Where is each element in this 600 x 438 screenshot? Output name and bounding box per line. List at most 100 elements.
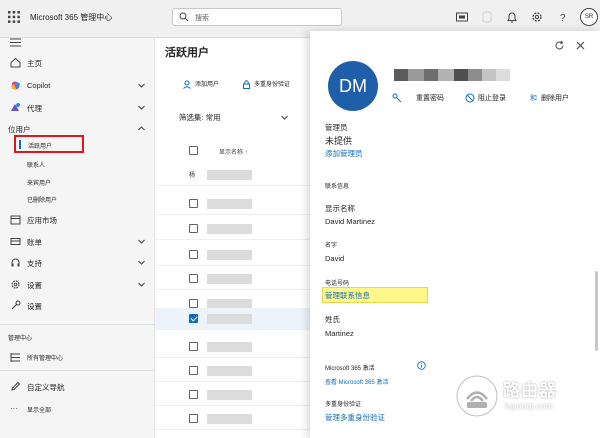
home-icon bbox=[10, 57, 21, 68]
manage-contact-info-link[interactable]: 管理联系信息 bbox=[325, 290, 370, 301]
table-row[interactable] bbox=[155, 336, 310, 358]
column-header-display-name[interactable]: 显示名称 ↑ bbox=[219, 147, 248, 156]
search-box[interactable]: 搜索 bbox=[172, 8, 342, 26]
nav-marketplace[interactable]: 应用市场 bbox=[0, 211, 155, 229]
chevron-down-icon[interactable] bbox=[137, 103, 146, 112]
divider bbox=[0, 370, 155, 371]
nav-copilot[interactable]: Copilot bbox=[0, 77, 155, 95]
nav-show-all[interactable]: ··· 显示全部 bbox=[0, 401, 155, 419]
table-row[interactable] bbox=[155, 384, 310, 406]
redacted-name bbox=[207, 199, 252, 209]
add-user-label: 添加用户 bbox=[195, 82, 220, 88]
table-row[interactable]: 杨 bbox=[155, 164, 310, 186]
select-all-checkbox[interactable] bbox=[189, 146, 198, 155]
nav-setup[interactable]: 设置 bbox=[0, 297, 155, 315]
help-icon[interactable]: ? bbox=[556, 10, 570, 24]
watermark-title: 路由器 bbox=[503, 381, 557, 400]
row-checkbox[interactable] bbox=[189, 366, 198, 375]
info-icon[interactable] bbox=[417, 361, 426, 370]
contact-info-header: 联系信息 bbox=[325, 184, 350, 190]
table-row-selected[interactable] bbox=[155, 308, 310, 330]
row-checkbox[interactable] bbox=[189, 250, 198, 259]
sub-item-active-users[interactable]: 活跃用户 bbox=[14, 135, 84, 153]
mfa-button[interactable]: 多重身份验证 bbox=[242, 79, 290, 89]
watermark-url: luyouqi.com bbox=[505, 401, 554, 411]
first-name-value: David bbox=[325, 254, 345, 263]
nav-home[interactable]: 主页 bbox=[0, 54, 155, 72]
row-checkbox[interactable] bbox=[189, 274, 198, 283]
sub-item-label: 活跃用户 bbox=[28, 144, 53, 150]
app-title[interactable]: Microsoft 365 管理中心 bbox=[30, 12, 112, 23]
redacted-name bbox=[207, 414, 252, 424]
nav-label: 主页 bbox=[27, 59, 42, 68]
watermark: 路由器 luyouqi.com bbox=[455, 372, 600, 432]
row-checkbox[interactable] bbox=[189, 199, 198, 208]
ms365-activation-label: Microsoft 365 激活 bbox=[325, 366, 375, 372]
copilot-faded-icon[interactable] bbox=[480, 10, 494, 24]
search-placeholder: 搜索 bbox=[195, 15, 209, 22]
row-checkbox[interactable] bbox=[189, 390, 198, 399]
close-icon[interactable] bbox=[575, 40, 586, 51]
selected-indicator bbox=[19, 140, 21, 149]
sub-item-contacts[interactable]: 联系人 bbox=[0, 157, 155, 171]
hamburger-icon[interactable] bbox=[10, 38, 21, 47]
reset-password-button[interactable] bbox=[392, 93, 405, 103]
lock-icon bbox=[243, 80, 250, 89]
chevron-down-icon[interactable] bbox=[137, 81, 146, 90]
sub-item-guest-users[interactable]: 来宾用户 bbox=[0, 175, 155, 189]
table-row[interactable] bbox=[155, 244, 310, 266]
nav-label: 支持 bbox=[27, 259, 42, 268]
delete-user-label: 删除用户 bbox=[541, 95, 569, 102]
nav-support[interactable]: 支持 bbox=[0, 254, 155, 272]
row-checkbox[interactable] bbox=[189, 224, 198, 233]
filter-set-dropdown[interactable]: 筛选集: 常用 bbox=[179, 112, 221, 123]
divider bbox=[0, 324, 155, 325]
nav-settings[interactable]: 设置 bbox=[0, 276, 155, 294]
row-checkbox-checked[interactable] bbox=[189, 314, 198, 323]
redacted-name bbox=[207, 366, 252, 376]
sidebar: 主页 Copilot 代理 位用户 活跃用户 联系人 来宾用户 已删除用户 应用… bbox=[0, 38, 155, 438]
bell-icon[interactable] bbox=[505, 10, 519, 24]
main-content: 活跃用户 添加用户 多重身份验证 筛选集: 常用 显示名称 ↑ 杨 bbox=[155, 38, 310, 438]
nav-agents[interactable]: 代理 bbox=[0, 99, 155, 117]
nav-customize[interactable]: 自定义导航 bbox=[0, 378, 155, 396]
chevron-down-icon[interactable] bbox=[137, 237, 146, 246]
nav-billing[interactable]: 账单 bbox=[0, 233, 155, 251]
chevron-down-icon[interactable] bbox=[137, 258, 146, 267]
chevron-up-icon[interactable] bbox=[137, 124, 146, 133]
screen-icon[interactable] bbox=[455, 10, 469, 24]
view-ms365-activation-link[interactable]: 查看 Microsoft 365 激活 bbox=[325, 377, 388, 386]
table-row[interactable] bbox=[155, 360, 310, 382]
table-row[interactable] bbox=[155, 408, 310, 430]
redacted-user-name bbox=[394, 69, 510, 81]
pencil-icon bbox=[11, 381, 21, 391]
add-user-button[interactable]: 添加用户 bbox=[183, 79, 219, 89]
nav-all-admin-centers[interactable]: 所有管理中心 bbox=[0, 349, 155, 367]
table-row[interactable] bbox=[155, 268, 310, 290]
add-admin-link[interactable]: 添加管理员 bbox=[325, 148, 363, 159]
sub-item-deleted-users[interactable]: 已删除用户 bbox=[0, 192, 155, 206]
redacted-name bbox=[207, 342, 252, 352]
row-checkbox[interactable] bbox=[189, 414, 198, 423]
app-launcher-icon[interactable] bbox=[8, 11, 20, 23]
sub-item-label: 来宾用户 bbox=[27, 181, 52, 187]
delete-user-button[interactable]: 和删除用户 bbox=[530, 93, 569, 103]
refresh-icon[interactable] bbox=[554, 40, 565, 51]
search-icon bbox=[179, 12, 189, 22]
block-signin-button[interactable]: 阻止登录 bbox=[465, 93, 506, 103]
router-logo-icon bbox=[456, 375, 498, 417]
gear-icon[interactable] bbox=[530, 10, 544, 24]
row-checkbox[interactable] bbox=[189, 299, 198, 308]
chevron-down-icon[interactable] bbox=[280, 113, 289, 122]
manage-mfa-link[interactable]: 管理多重身份验证 bbox=[325, 412, 385, 423]
row-checkbox[interactable] bbox=[189, 342, 198, 351]
agent-icon bbox=[11, 103, 20, 111]
table-row[interactable] bbox=[155, 218, 310, 240]
reset-password-label[interactable]: 重置密码 bbox=[416, 93, 444, 103]
nav-label: 应用市场 bbox=[27, 216, 57, 225]
panel-scrollbar[interactable] bbox=[595, 271, 598, 351]
user-avatar[interactable]: SR bbox=[580, 8, 598, 26]
table-row[interactable] bbox=[155, 193, 310, 215]
redacted-name bbox=[207, 224, 252, 234]
chevron-down-icon[interactable] bbox=[137, 280, 146, 289]
